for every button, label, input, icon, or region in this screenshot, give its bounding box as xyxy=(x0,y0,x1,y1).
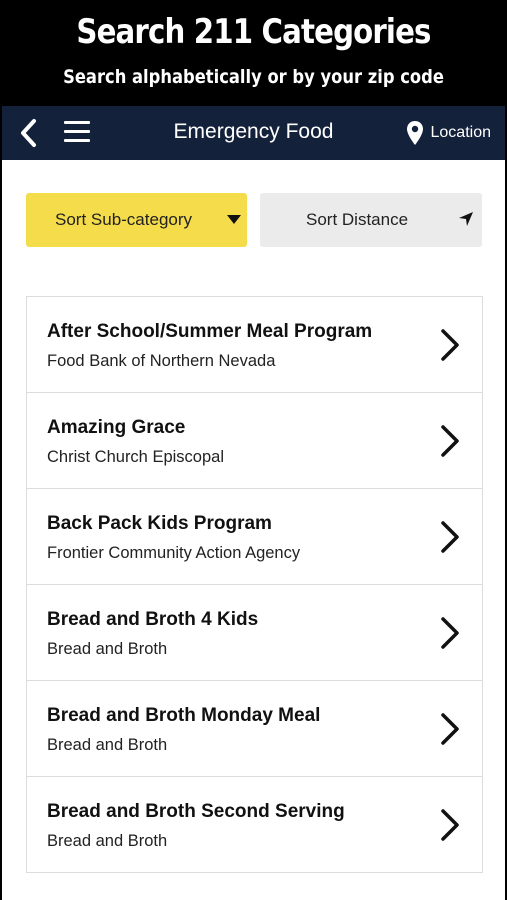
item-subtitle: Bread and Broth xyxy=(47,832,168,850)
sort-distance-button[interactable]: Sort Distance xyxy=(260,193,482,247)
sort-distance-label: Sort Distance xyxy=(306,210,409,229)
chevron-right-icon xyxy=(441,617,459,649)
location-arrow-icon xyxy=(459,212,473,226)
list-item[interactable]: After School/Summer Meal Program Food Ba… xyxy=(27,297,482,393)
location-button[interactable]: Location xyxy=(406,119,492,147)
sort-subcategory-button[interactable]: Sort Sub-category xyxy=(26,193,247,247)
list-item[interactable]: Bread and Broth Monday Meal Bread and Br… xyxy=(27,681,482,777)
caret-down-icon xyxy=(227,215,241,224)
app-screen: Emergency Food Location Sort Sub-categor… xyxy=(2,106,505,900)
item-title: After School/Summer Meal Program xyxy=(47,321,373,342)
list-item[interactable]: Back Pack Kids Program Frontier Communit… xyxy=(27,489,482,585)
item-title: Back Pack Kids Program xyxy=(47,513,272,534)
item-title: Amazing Grace xyxy=(47,417,186,438)
promo-banner: Search 211 Categories Search alphabetica… xyxy=(0,0,507,106)
item-title: Bread and Broth 4 Kids xyxy=(47,609,259,630)
location-label: Location xyxy=(430,124,492,141)
top-navigation-bar: Emergency Food Location xyxy=(2,106,505,160)
item-subtitle: Christ Church Episcopal xyxy=(47,448,224,466)
item-title: Bread and Broth Second Serving xyxy=(47,801,345,822)
chevron-right-icon xyxy=(441,425,459,457)
item-subtitle: Bread and Broth xyxy=(47,736,168,754)
list-item[interactable]: Bread and Broth 4 Kids Bread and Broth xyxy=(27,585,482,681)
list-item[interactable]: Bread and Broth Second Serving Bread and… xyxy=(27,777,482,873)
item-subtitle: Food Bank of Northern Nevada xyxy=(47,352,276,370)
chevron-right-icon xyxy=(441,809,459,841)
item-title: Bread and Broth Monday Meal xyxy=(47,705,321,726)
sort-controls: Sort Sub-category Sort Distance xyxy=(26,193,482,247)
resource-list: After School/Summer Meal Program Food Ba… xyxy=(26,296,483,873)
chevron-right-icon xyxy=(441,521,459,553)
sort-subcategory-label: Sort Sub-category xyxy=(55,210,193,229)
promo-subtitle: Search alphabetically or by your zip cod… xyxy=(63,66,444,88)
promo-title: Search 211 Categories xyxy=(76,12,431,52)
map-pin-icon xyxy=(406,121,423,145)
chevron-right-icon xyxy=(441,329,459,361)
chevron-right-icon xyxy=(441,713,459,745)
list-item[interactable]: Amazing Grace Christ Church Episcopal xyxy=(27,393,482,489)
item-subtitle: Frontier Community Action Agency xyxy=(47,544,301,562)
item-subtitle: Bread and Broth xyxy=(47,640,168,658)
